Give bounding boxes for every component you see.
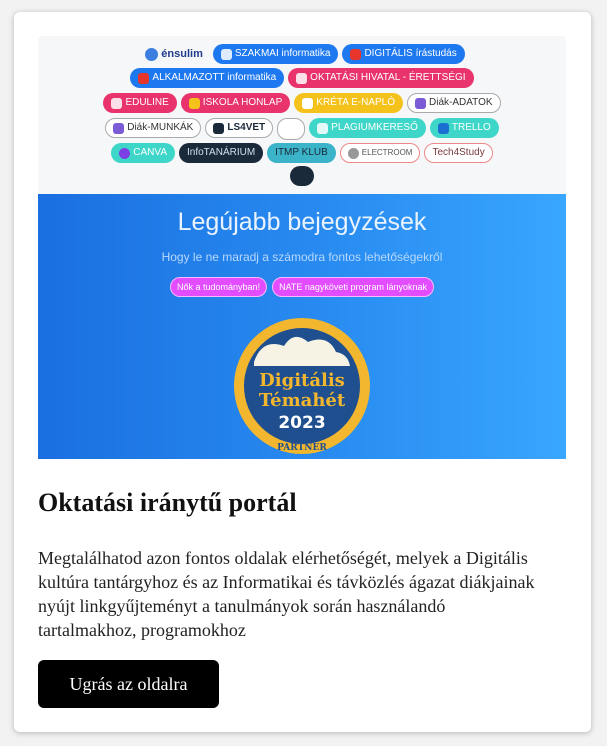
links-row-5: CANVA InfoTANÁRIUM ITMP KLUB ELECTROOM T… <box>38 143 566 163</box>
card-description: Megtalálhatod azon fontos oldalak elérhe… <box>38 548 535 640</box>
trello-icon <box>437 122 449 134</box>
links-row-3: EDULINE ISKOLA HONLAP KRÉTA E-NAPLÓ Diák… <box>38 93 566 113</box>
tag-nate-program[interactable]: NATE nagyköveti program lányoknak <box>272 277 434 297</box>
office-icon <box>138 72 150 84</box>
link-fire[interactable] <box>290 166 314 186</box>
banner-title: Legújabb bejegyzések <box>177 208 427 236</box>
badge-year: 2023 <box>278 413 325 433</box>
link-eduline[interactable]: EDULINE <box>103 93 177 113</box>
link-plagiumkereso[interactable]: PLAGIUMKERESŐ <box>309 118 426 138</box>
link-digitalis-irastudas[interactable]: DIGITÁLIS írástudás <box>342 44 465 64</box>
link-swirl[interactable] <box>277 118 306 140</box>
globe-icon <box>220 48 232 60</box>
go-to-page-button[interactable]: Ugrás az oldalra <box>38 660 219 708</box>
link-szakmai-informatika[interactable]: SZAKMAI informatika <box>212 44 339 64</box>
portal-card: énsulim SZAKMAI informatika DIGITÁLIS ír… <box>14 12 591 732</box>
card-preview-image[interactable]: énsulim SZAKMAI informatika DIGITÁLIS ír… <box>38 36 566 459</box>
link-electroom[interactable]: ELECTROOM <box>339 143 421 163</box>
link-diak-munkak[interactable]: Diák-MUNKÁK <box>105 118 202 138</box>
link-ls4vet[interactable]: LS4VET <box>205 118 274 138</box>
file-icon <box>113 122 125 134</box>
ensulim-logo[interactable]: énsulim <box>139 44 209 64</box>
ensulim-logo-icon <box>145 47 159 61</box>
location-icon <box>347 147 359 159</box>
link-diak-adatok[interactable]: Diák-ADATOK <box>407 93 501 113</box>
link-tech4study[interactable]: Tech4Study <box>424 143 493 163</box>
badge-line1: Digitális <box>259 370 345 391</box>
latest-posts-banner: Legújabb bejegyzések Hogy le ne maradj a… <box>38 194 566 459</box>
document-icon <box>296 72 308 84</box>
eduline-icon <box>111 97 123 109</box>
digitalis-temahet-badge: Digitális Témahét 2023 PARTNER <box>234 318 370 454</box>
link-itmp-klub[interactable]: ITMP KLUB <box>267 143 336 163</box>
link-oktatasi-hivatal[interactable]: OKTATÁSI HIVATAL - ÉRETTSÉGI <box>288 68 474 88</box>
links-row-6 <box>38 166 566 186</box>
link-kreta-enaplo[interactable]: KRÉTA E-NAPLÓ <box>294 93 404 113</box>
school-icon <box>188 97 200 109</box>
link-trello[interactable]: TRELLO <box>429 118 499 138</box>
tag-nok-a-tudomanyban[interactable]: Nők a tudományban! <box>170 277 268 297</box>
link-iskola-honlap[interactable]: ISKOLA HONLAP <box>180 93 291 113</box>
link-infotanarium[interactable]: InfoTANÁRIUM <box>179 143 264 163</box>
links-panel: énsulim SZAKMAI informatika DIGITÁLIS ír… <box>38 36 566 194</box>
office-icon <box>350 48 362 60</box>
banner-tags: Nők a tudományban! NATE nagyköveti progr… <box>38 277 566 297</box>
links-row-4: Diák-MUNKÁK LS4VET PLAGIUMKERESŐ TRELLO <box>38 118 566 140</box>
banner-subtitle: Hogy le ne maradj a számodra fontos lehe… <box>161 250 443 264</box>
share-icon <box>213 122 225 134</box>
kreta-icon <box>302 97 314 109</box>
links-row-1: énsulim SZAKMAI informatika DIGITÁLIS ír… <box>38 44 566 64</box>
links-row-2: ALKALMAZOTT informatika OKTATÁSI HIVATAL… <box>38 68 566 88</box>
link-alkalmazott-informatika[interactable]: ALKALMAZOTT informatika <box>130 68 285 88</box>
badge-line2: Témahét <box>259 390 346 411</box>
file-icon <box>415 97 427 109</box>
canva-icon <box>119 147 131 159</box>
search-icon <box>317 122 329 134</box>
badge-ribbon: PARTNER <box>277 443 327 453</box>
link-canva[interactable]: CANVA <box>111 143 175 163</box>
card-title: Oktatási iránytű portál <box>38 488 297 517</box>
